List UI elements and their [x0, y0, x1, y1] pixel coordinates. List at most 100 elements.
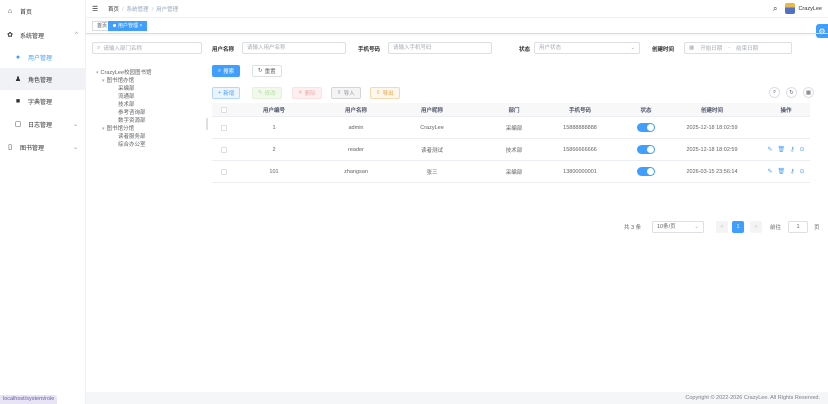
key-icon[interactable]: ⚷ — [790, 168, 794, 175]
sidebar-item-label: 图书管理 — [20, 145, 45, 152]
status-select[interactable]: 用户状态 ⌄ — [534, 42, 640, 54]
row-checkbox[interactable] — [221, 124, 227, 131]
tree-node[interactable]: 流通部 — [118, 92, 135, 100]
key-icon[interactable]: ⚷ — [790, 146, 794, 153]
page-size-select[interactable]: 10条/页 ⌄ — [652, 221, 704, 233]
tree-node[interactable]: 数字资源部 — [118, 116, 146, 124]
column-header: 创建时间 — [700, 107, 723, 114]
sidebar-item-label: 系统管理 — [20, 33, 45, 40]
table-row[interactable]: 2 reader 读者测试 技术部 15866666666 2025-12-18… — [212, 139, 810, 161]
columns-button[interactable]: ▦ — [803, 87, 814, 98]
column-header: 用户昵称 — [420, 107, 443, 114]
search-button[interactable]: ⌕ 搜索 — [212, 65, 241, 77]
next-page-button[interactable]: > — [750, 221, 762, 233]
row-checkbox[interactable] — [221, 168, 227, 175]
delete-icon[interactable]: 🗑 — [777, 168, 785, 175]
end-date[interactable]: 结束日期 — [736, 44, 758, 52]
tree-node[interactable]: ▾ 图书馆分馆 — [102, 124, 134, 132]
sidebar-item-dict[interactable]: ■ 字典管理 — [0, 90, 86, 112]
sidebar-item-home[interactable]: ⌂ 首页 — [0, 0, 86, 22]
status-switch[interactable] — [637, 123, 655, 132]
range-separator: - — [728, 45, 731, 51]
start-date[interactable]: 开始日期 — [700, 44, 722, 52]
breadcrumb-item[interactable]: 首页 — [108, 7, 119, 13]
hamburger-icon[interactable]: ☰ — [92, 5, 100, 13]
status-switch[interactable] — [637, 145, 655, 154]
tree-node[interactable]: ▾ 图书馆办馆 — [102, 76, 134, 84]
dept-search-input[interactable]: ⌕ 请输入部门名称 — [92, 42, 202, 54]
sidebar-item-system[interactable]: ✿ 系统管理 ^ — [0, 24, 86, 46]
more-icon[interactable]: ⊙ — [800, 168, 805, 175]
user-icon: ● — [15, 53, 21, 61]
refresh-icon: ↻ — [258, 68, 263, 74]
status-url: localhost/system/role — [0, 395, 58, 404]
goto-page-input[interactable]: 1 — [788, 221, 808, 233]
column-header: 用户编号 — [262, 107, 285, 114]
user-group-icon: ♟ — [14, 76, 22, 83]
import-button[interactable]: ⇧ 导入 — [331, 87, 361, 99]
dict-icon: ■ — [15, 97, 21, 105]
sidebar-item-users[interactable]: ● 用户管理 — [0, 46, 86, 68]
goto-label: 前往 — [770, 225, 782, 231]
plus-icon: + — [218, 90, 222, 96]
more-icon[interactable]: ⊙ — [800, 146, 805, 153]
status-switch[interactable] — [637, 167, 655, 176]
sidebar-item-label: 角色管理 — [28, 77, 53, 84]
avatar[interactable] — [785, 3, 796, 14]
breadcrumb-item: 系统管理 — [126, 6, 149, 13]
prev-page-button[interactable]: < — [716, 221, 728, 233]
upload-icon: ⇧ — [337, 90, 342, 96]
column-header: 手机号码 — [568, 107, 591, 114]
tree-node[interactable]: 参考咨询部 — [118, 108, 146, 116]
chevron-down-icon: ⌄ — [630, 45, 635, 51]
row-checkbox[interactable] — [221, 146, 227, 153]
sidebar-item-books[interactable]: ▯ 图书管理 ⌄ — [0, 136, 86, 158]
book-icon: ▯ — [8, 144, 12, 151]
chevron-up-icon: ^ — [75, 32, 78, 38]
tree-node[interactable]: 综合办公室 — [118, 140, 146, 148]
page-number[interactable]: 1 — [732, 221, 744, 233]
phone-input[interactable]: 请输入手机号码 — [388, 42, 492, 54]
calendar-icon: ▦ — [689, 45, 695, 51]
table-row[interactable]: 1 admin CrazyLee 采编部 15888888888 2025-12… — [212, 117, 810, 139]
cell-user-id: 1 — [272, 124, 276, 131]
tag-user-management[interactable]: 用户管理 × — [108, 21, 148, 31]
date-range-picker[interactable]: ▦ 开始日期 - 结束日期 — [684, 42, 792, 54]
reset-button[interactable]: ↻ 重置 — [252, 65, 282, 77]
tree-node[interactable]: 采编部 — [118, 84, 135, 92]
search-icon[interactable]: ⌕ — [773, 4, 777, 14]
edit-button[interactable]: ✎ 修改 — [252, 87, 282, 99]
column-header: 部门 — [508, 107, 520, 114]
toggle-search-button[interactable]: ⌕ — [769, 87, 780, 98]
username-input[interactable]: 请输入用户名称 — [242, 42, 346, 54]
delete-icon: ✕ — [298, 90, 303, 96]
column-header: 状态 — [640, 107, 652, 114]
sidebar: ⌂ 首页 ✿ 系统管理 ^ ● 用户管理 ♟ 角色管理 ■ 字典管理 ▢ 日志管… — [0, 0, 86, 404]
search-icon: ⌕ — [97, 44, 101, 51]
edit-icon[interactable]: ✎ — [767, 168, 772, 175]
cell-username: zhangsan — [344, 168, 368, 175]
delete-button[interactable]: ✕ 删除 — [292, 87, 322, 99]
sidebar-item-label: 字典管理 — [28, 99, 53, 106]
add-button[interactable]: + 新增 — [212, 87, 241, 99]
sidebar-item-logs[interactable]: ▢ 日志管理 ⌄ — [0, 113, 86, 135]
table-row[interactable]: 101 zhangsan 张三 采编部 13800000001 2026-03-… — [212, 161, 810, 183]
tree-node[interactable]: 技术部 — [118, 100, 135, 108]
tree-node[interactable]: ▾ CrazyLee校园图书馆 — [96, 68, 152, 76]
pane-splitter[interactable] — [206, 118, 208, 130]
pagination-total: 共 3 条 — [624, 225, 642, 231]
sidebar-item-label: 用户管理 — [28, 55, 53, 62]
cell-created: 2025-12-18 18:02:59 — [686, 124, 738, 131]
edit-icon[interactable]: ✎ — [767, 146, 772, 153]
export-button[interactable]: ⇩ 导出 — [370, 87, 400, 99]
gear-icon: ✿ — [7, 32, 13, 39]
select-all-checkbox[interactable] — [221, 106, 227, 113]
phone-label: 手机号码 — [358, 47, 381, 53]
search-icon: ⌕ — [218, 67, 222, 74]
tree-node[interactable]: 读者服务部 — [118, 132, 146, 140]
delete-icon[interactable]: 🗑 — [777, 146, 785, 153]
sidebar-item-roles[interactable]: ♟ 角色管理 — [0, 68, 86, 90]
column-header: 用户名称 — [344, 107, 367, 114]
refresh-button[interactable]: ↻ — [786, 87, 797, 98]
username[interactable]: CrazyLee — [798, 6, 822, 12]
